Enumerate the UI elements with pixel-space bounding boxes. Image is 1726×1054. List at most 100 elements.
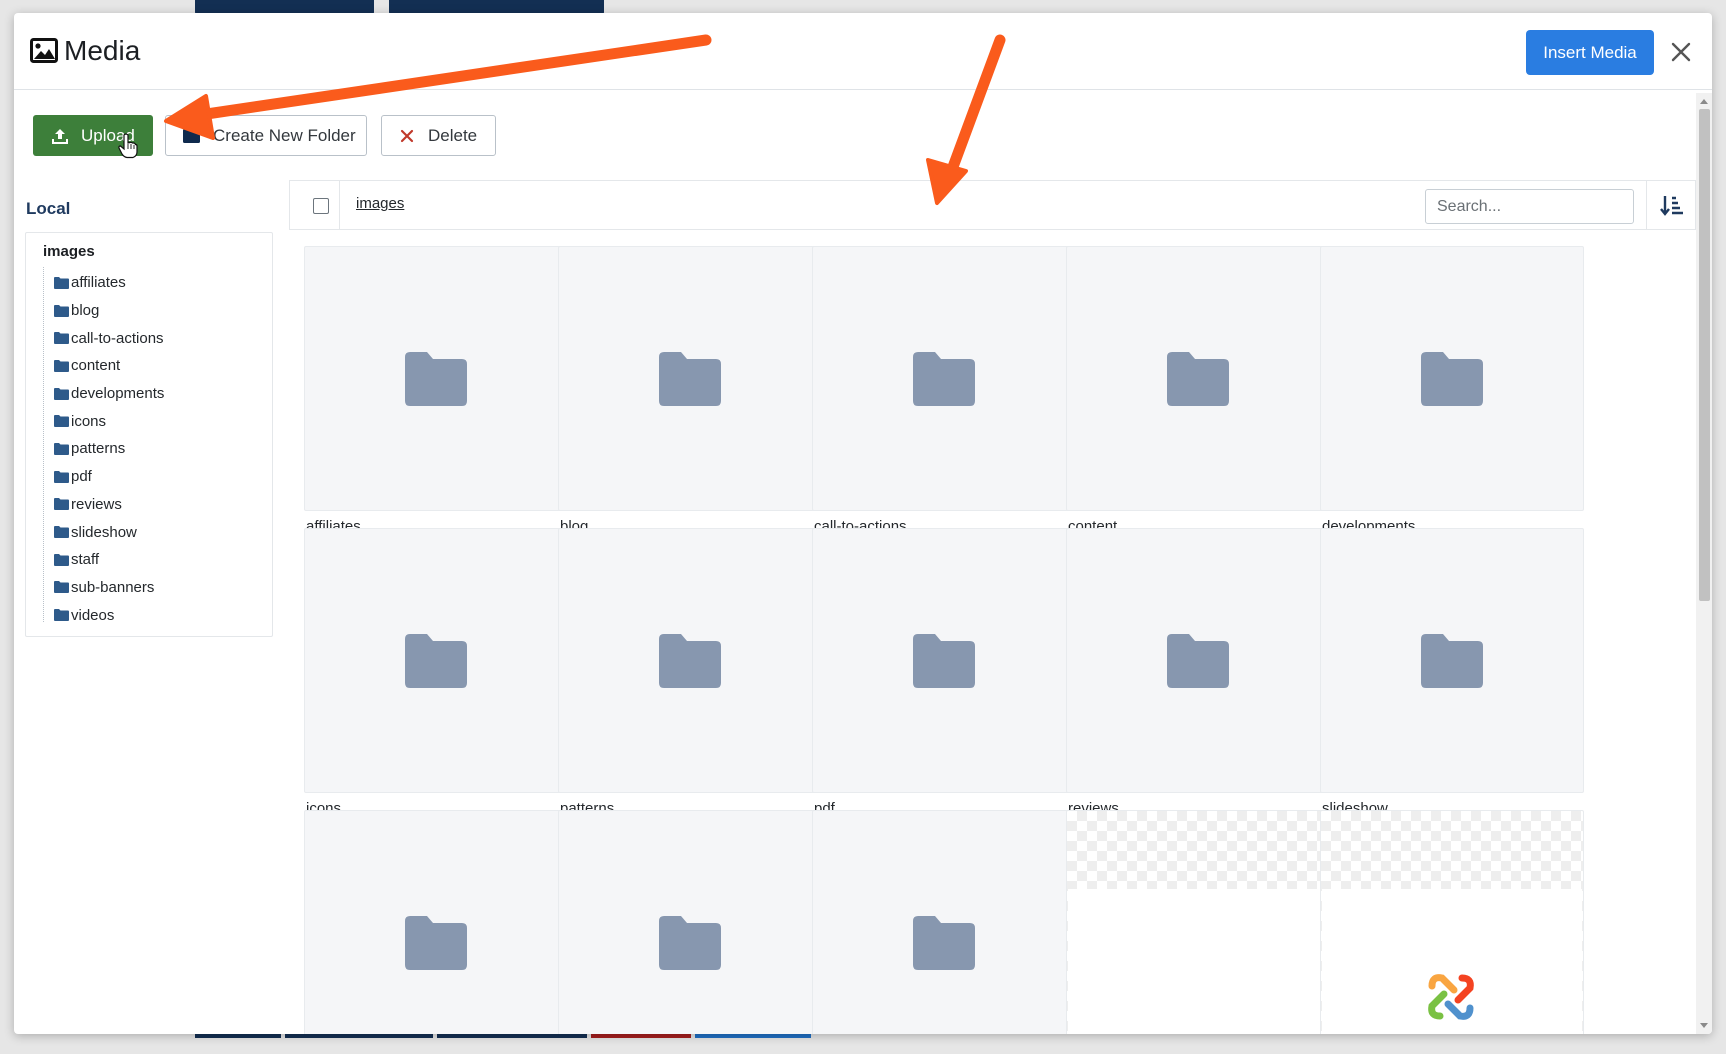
tree-item-slideshow[interactable]: slideshow	[54, 518, 164, 546]
folder-icon	[659, 633, 721, 688]
folder-tile[interactable]: blog	[558, 246, 822, 535]
folder-icon	[183, 128, 200, 143]
tree-root[interactable]: images	[43, 243, 95, 260]
folder-tile[interactable]: pdf	[812, 528, 1076, 817]
tree-item-call-to-actions[interactable]: call-to-actions	[54, 324, 164, 352]
tree-item-label: staff	[71, 551, 100, 569]
folder-tile[interactable]	[812, 810, 1076, 1034]
image-tile[interactable]	[1066, 810, 1330, 1034]
folder-icon	[54, 526, 69, 539]
tree-item-label: content	[71, 357, 121, 375]
joomla-logo-icon	[1428, 974, 1474, 1020]
divider	[339, 181, 340, 229]
tree-item-videos[interactable]: videos	[54, 601, 164, 629]
tree-item-label: slideshow	[71, 523, 137, 541]
scroll-up-icon[interactable]	[1700, 99, 1708, 104]
tile-thumbnail	[1066, 810, 1330, 1034]
close-icon[interactable]	[1668, 39, 1694, 65]
tree-item-icons[interactable]: icons	[54, 407, 164, 435]
tree-item-staff[interactable]: staff	[54, 546, 164, 574]
folder-icon	[913, 633, 975, 688]
tile-thumbnail	[304, 528, 568, 793]
tree-item-blog[interactable]: blog	[54, 297, 164, 325]
folder-icon	[54, 553, 69, 566]
folder-tile[interactable]: patterns	[558, 528, 822, 817]
local-heading: Local	[26, 199, 71, 218]
tile-thumbnail	[558, 810, 822, 1034]
tree-list: affiliates blog call-to-actions content deve…	[54, 269, 164, 629]
image-preview	[1068, 889, 1328, 1034]
tree-item-label: developments	[71, 385, 165, 403]
breadcrumb[interactable]: images	[356, 195, 404, 212]
tree-item-patterns[interactable]: patterns	[54, 435, 164, 463]
folder-tile[interactable]: affiliates	[304, 246, 568, 535]
tile-thumbnail	[812, 246, 1076, 511]
folder-icon	[1167, 633, 1229, 688]
folder-tree: images affiliates blog call-to-actions cont…	[25, 232, 273, 637]
tree-item-sub-banners[interactable]: sub-banners	[54, 574, 164, 602]
folder-tile[interactable]: content	[1066, 246, 1330, 535]
tile-thumbnail	[304, 810, 568, 1034]
insert-media-button[interactable]: Insert Media	[1526, 30, 1654, 75]
folder-tile[interactable]	[304, 810, 568, 1034]
folder-icon	[54, 276, 69, 289]
tile-thumbnail	[1320, 246, 1584, 511]
folder-icon	[54, 359, 69, 372]
folder-tile[interactable]: reviews	[1066, 528, 1330, 817]
delete-button[interactable]: Delete	[381, 115, 496, 156]
sort-icon[interactable]	[1646, 181, 1696, 229]
folder-icon	[54, 304, 69, 317]
tile-thumbnail	[1066, 246, 1330, 511]
folder-tile[interactable]: call-to-actions	[812, 246, 1076, 535]
browser-toolbar: images	[289, 180, 1712, 230]
tree-item-label: reviews	[71, 495, 122, 513]
background-tab	[389, 0, 604, 14]
folder-icon	[54, 498, 69, 511]
folder-icon	[1167, 351, 1229, 406]
scroll-thumb[interactable]	[1699, 109, 1710, 601]
tree-item-label: call-to-actions	[71, 329, 164, 347]
search-input[interactable]	[1425, 189, 1634, 224]
folder-icon	[54, 442, 69, 455]
background-tab	[195, 0, 374, 14]
folder-icon	[405, 633, 467, 688]
tree-item-affiliates[interactable]: affiliates	[54, 269, 164, 297]
tile-thumbnail	[812, 810, 1076, 1034]
folder-icon	[54, 332, 69, 345]
folder-tile[interactable]: icons	[304, 528, 568, 817]
tree-connector	[43, 267, 44, 622]
tree-item-label: affiliates	[71, 274, 126, 292]
tree-item-reviews[interactable]: reviews	[54, 491, 164, 519]
tile-thumbnail	[304, 246, 568, 511]
folder-icon	[659, 915, 721, 970]
folder-icon	[913, 351, 975, 406]
upload-icon	[52, 128, 68, 144]
create-folder-label: Create New Folder	[213, 125, 356, 145]
tree-item-developments[interactable]: developments	[54, 380, 164, 408]
folder-icon	[659, 351, 721, 406]
tree-item-label: videos	[71, 606, 115, 624]
tree-item-content[interactable]: content	[54, 352, 164, 380]
folder-icon	[54, 609, 69, 622]
tree-item-label: pdf	[71, 468, 92, 486]
tree-item-pdf[interactable]: pdf	[54, 463, 164, 491]
scrollbar[interactable]	[1696, 93, 1712, 1034]
folder-icon	[54, 581, 69, 594]
tree-item-label: blog	[71, 302, 100, 320]
folder-icon	[54, 415, 69, 428]
folder-icon	[54, 470, 69, 483]
modal-title: Media	[64, 35, 141, 66]
tree-item-label: patterns	[71, 440, 126, 458]
folder-tile[interactable]	[558, 810, 822, 1034]
folder-tile[interactable]: developments	[1320, 246, 1584, 535]
hand-cursor-icon	[118, 133, 138, 159]
tile-thumbnail	[1320, 528, 1584, 793]
scroll-down-icon[interactable]	[1700, 1023, 1708, 1028]
tile-thumbnail	[558, 528, 822, 793]
folder-tile[interactable]: slideshow	[1320, 528, 1584, 817]
create-folder-button[interactable]: Create New Folder	[165, 115, 367, 156]
tile-thumbnail	[558, 246, 822, 511]
folder-icon	[405, 915, 467, 970]
select-all-checkbox[interactable]	[313, 198, 329, 214]
folder-icon	[54, 387, 69, 400]
